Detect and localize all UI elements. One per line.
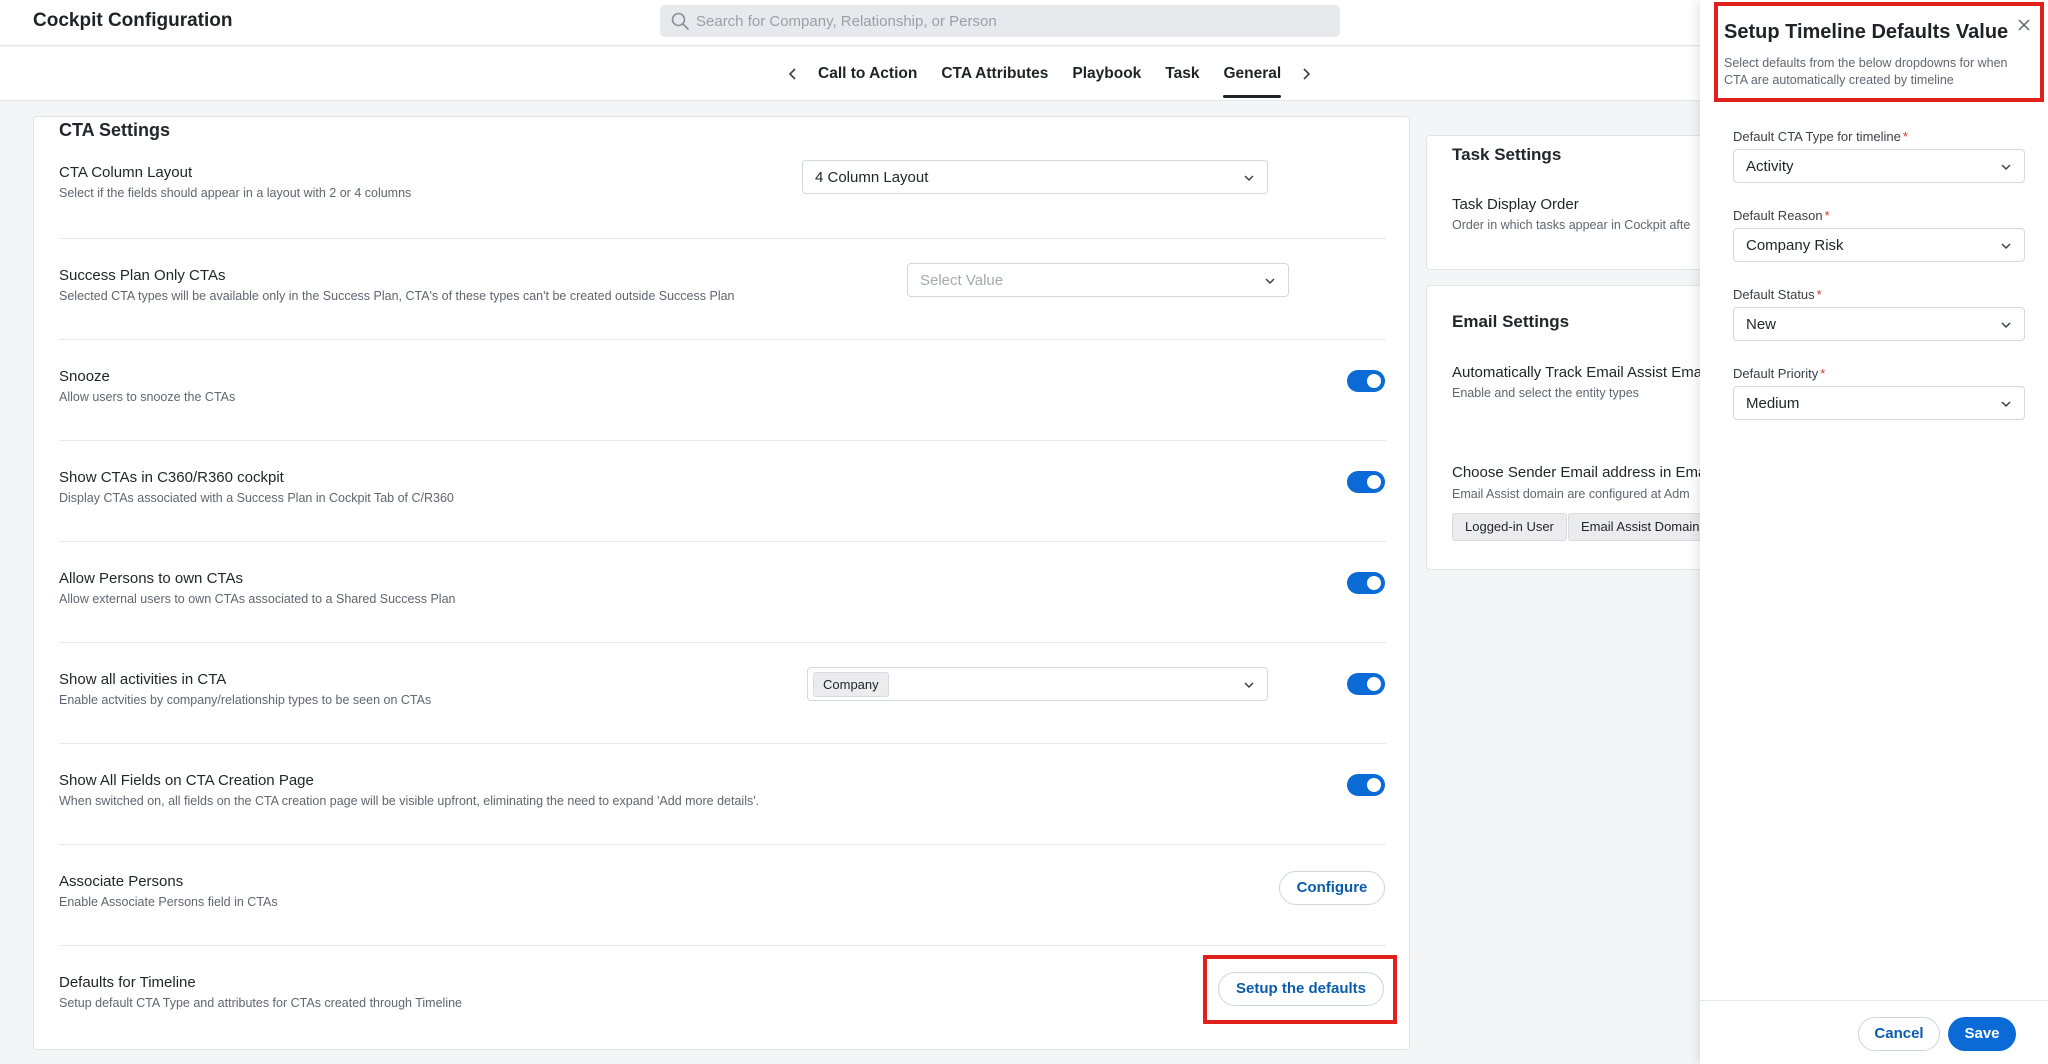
tab-playbook[interactable]: Playbook (1060, 47, 1153, 101)
setting-title: Associate Persons (59, 873, 184, 890)
setting-title: Show All Fields on CTA Creation Page (59, 772, 314, 789)
setting-row-snooze: Snooze Allow users to snooze the CTAs (59, 340, 1386, 441)
chevron-down-icon (1265, 278, 1275, 285)
cta-settings-title: CTA Settings (59, 120, 170, 140)
tab-task[interactable]: Task (1153, 47, 1211, 101)
task-display-order-title: Task Display Order (1452, 196, 1579, 213)
setting-row-allow-persons-own-ctas: Allow Persons to own CTAs Allow external… (59, 542, 1386, 643)
show-ctas-c360-toggle[interactable] (1347, 471, 1385, 493)
panel-footer: Cancel Save (1700, 1000, 2048, 1064)
setting-row-defaults-for-timeline: Defaults for Timeline Setup default CTA … (59, 946, 1397, 1047)
default-reason-select[interactable]: Company Risk (1733, 228, 2025, 262)
activity-entity-types-select[interactable]: Company (807, 667, 1268, 701)
setup-defaults-button[interactable]: Setup the defaults (1218, 972, 1384, 1006)
email-settings-title: Email Settings (1452, 312, 1570, 331)
select-value: New (1746, 316, 1777, 333)
tab-general[interactable]: General (1211, 47, 1293, 101)
tab-cta-attributes[interactable]: CTA Attributes (929, 47, 1060, 101)
default-priority-select[interactable]: Medium (1733, 386, 2025, 420)
track-email-title: Automatically Track Email Assist Ema (1452, 364, 1703, 381)
chevron-right-icon (1303, 68, 1311, 80)
setting-row-show-ctas-c360: Show CTAs in C360/R360 cockpit Display C… (59, 441, 1386, 542)
select-value: Company Risk (1746, 237, 1844, 254)
setting-title: Success Plan Only CTAs (59, 267, 226, 284)
select-value: Medium (1746, 395, 1800, 412)
tab-call-to-action[interactable]: Call to Action (806, 47, 929, 101)
search-icon (671, 12, 689, 30)
setting-row-cta-column-layout: CTA Column Layout Select if the fields s… (59, 152, 1386, 239)
panel-title: Setup Timeline Defaults Value (1724, 21, 2009, 43)
setting-title: Allow Persons to own CTAs (59, 570, 243, 587)
setting-title: Show CTAs in C360/R360 cockpit (59, 469, 284, 486)
chevron-left-icon (788, 68, 796, 80)
configure-button[interactable]: Configure (1279, 871, 1385, 905)
success-plan-cta-types-select[interactable]: Select Value (907, 263, 1289, 297)
chevron-down-icon (2001, 401, 2011, 408)
sender-option-logged-in-user[interactable]: Logged-in User (1452, 513, 1567, 541)
setting-description: Setup default CTA Type and attributes fo… (59, 996, 462, 1010)
setting-description: When switched on, all fields on the CTA … (59, 794, 760, 808)
sender-email-title: Choose Sender Email address in Ema (1452, 464, 1707, 481)
save-button[interactable]: Save (1948, 1017, 2016, 1051)
chevron-down-icon (1244, 682, 1254, 689)
task-display-order-desc: Order in which tasks appear in Cockpit a… (1452, 218, 1691, 232)
sender-option-email-assist-domain[interactable]: Email Assist Domain (1568, 513, 1713, 541)
allow-persons-own-ctas-toggle[interactable] (1347, 572, 1385, 594)
tabs-scroll-right[interactable] (1293, 47, 1319, 101)
close-icon[interactable] (2016, 17, 2032, 33)
setting-row-show-all-fields: Show All Fields on CTA Creation Page Whe… (59, 744, 1386, 845)
field-label-reason: Default Reason * (1733, 208, 1830, 223)
panel-subtitle: Select defaults from the below dropdowns… (1724, 56, 2008, 87)
setting-description: Enable Associate Persons field in CTAs (59, 895, 278, 909)
show-all-fields-toggle[interactable] (1347, 774, 1385, 796)
chevron-down-icon (2001, 164, 2011, 171)
show-all-activities-toggle[interactable] (1347, 673, 1385, 695)
setting-title: Snooze (59, 368, 110, 385)
default-status-select[interactable]: New (1733, 307, 2025, 341)
setting-title: Defaults for Timeline (59, 974, 196, 991)
field-label-priority: Default Priority * (1733, 366, 1826, 381)
page-title: Cockpit Configuration (33, 10, 233, 31)
sender-email-desc: Email Assist domain are configured at Ad… (1452, 487, 1690, 501)
panel-header-highlight: Setup Timeline Defaults Value Select def… (1714, 2, 2044, 102)
setting-description: Display CTAs associated with a Success P… (59, 491, 454, 505)
select-placeholder: Select Value (920, 272, 1004, 289)
setting-description: Enable actvities by company/relationship… (59, 693, 432, 707)
setting-description: Allow users to snooze the CTAs (59, 390, 236, 404)
timeline-defaults-panel: Setup Timeline Defaults Value Select def… (1700, 0, 2048, 1064)
setting-description: Allow external users to own CTAs associa… (59, 592, 456, 606)
task-settings-title: Task Settings (1452, 145, 1562, 164)
default-cta-type-select[interactable]: Activity (1733, 149, 2025, 183)
search-input[interactable] (696, 5, 1316, 37)
snooze-toggle[interactable] (1347, 370, 1385, 392)
global-search[interactable] (660, 5, 1340, 37)
setting-title: CTA Column Layout (59, 164, 193, 181)
chevron-down-icon (1244, 175, 1254, 182)
cta-column-layout-select[interactable]: 4 Column Layout (802, 160, 1268, 194)
tabs-scroll-left[interactable] (780, 47, 806, 101)
chevron-down-icon (2001, 322, 2011, 329)
cancel-button[interactable]: Cancel (1858, 1017, 1940, 1051)
selected-chip: Company (813, 672, 889, 697)
field-label-cta-type: Default CTA Type for timeline * (1733, 129, 1908, 144)
track-email-desc: Enable and select the entity types (1452, 386, 1639, 400)
setting-row-show-all-activities: Show all activities in CTA Enable actvit… (59, 643, 1386, 744)
setting-title: Show all activities in CTA (59, 671, 227, 688)
field-label-status: Default Status * (1733, 287, 1822, 302)
setting-description: Select if the fields should appear in a … (59, 186, 412, 200)
select-value: 4 Column Layout (815, 169, 929, 186)
chevron-down-icon (2001, 243, 2011, 250)
setting-row-success-plan-only-ctas: Success Plan Only CTAs Selected CTA type… (59, 239, 1386, 340)
setting-description: Selected CTA types will be available onl… (59, 289, 735, 303)
select-value: Activity (1746, 158, 1794, 175)
cta-settings-card: CTA Settings CTA Column Layout Select if… (33, 116, 1410, 1050)
setting-row-associate-persons: Associate Persons Enable Associate Perso… (59, 845, 1386, 946)
